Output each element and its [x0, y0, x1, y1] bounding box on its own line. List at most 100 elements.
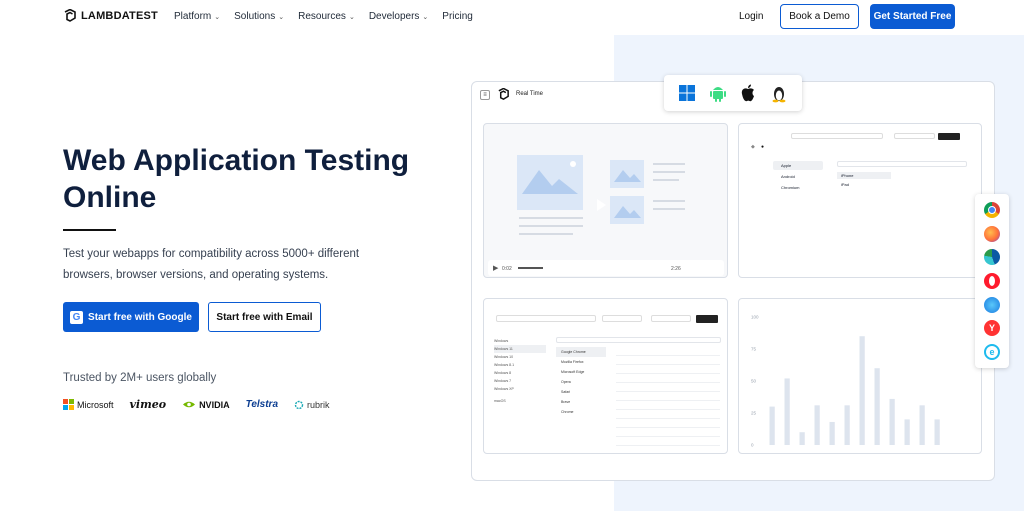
devices-panel: ◆ ● Apple Android Chromium iPhone iPad	[738, 123, 982, 278]
tab-chromium[interactable]: Chromium	[773, 183, 823, 192]
url-input[interactable]	[496, 315, 596, 322]
tab-android[interactable]: Android	[773, 172, 823, 181]
chrome-icon[interactable]	[984, 201, 1000, 218]
os-ipad[interactable]: iPad	[837, 181, 891, 188]
browser-item[interactable]: Brave	[556, 397, 606, 407]
menu-platform[interactable]: Platform ⌄	[174, 11, 220, 22]
video-current-time: 0:02	[502, 266, 512, 272]
microsoft-label: Microsoft	[77, 399, 114, 410]
brand-logo[interactable]: LAMBDATEST	[63, 9, 158, 23]
browser-item[interactable]: Opera	[556, 377, 606, 387]
browser-selector: Y e	[975, 194, 1009, 368]
title-divider	[63, 229, 116, 231]
google-icon: G	[70, 310, 84, 324]
resolution-select[interactable]	[651, 315, 691, 322]
os-item[interactable]: Windows 8	[494, 369, 546, 377]
start-button[interactable]	[938, 133, 960, 140]
start-google-button[interactable]: G Start free with Google	[63, 302, 199, 332]
play-icon[interactable]: ▶	[493, 264, 498, 272]
os-item[interactable]: Windows 11	[494, 345, 546, 353]
os-item[interactable]: Windows 8.1	[494, 361, 546, 369]
chart-bar	[859, 336, 865, 445]
menu-label: Developers	[368, 11, 420, 22]
android-icon[interactable]	[709, 83, 727, 103]
vimeo-logo: vimeo	[129, 398, 167, 411]
menu-developers[interactable]: Developers ⌄	[369, 11, 428, 22]
os-item[interactable]: macOS	[494, 397, 546, 405]
bar-chart: 100 75 50 25 0	[751, 315, 940, 448]
browsers-panel: Windows Windows 11 Windows 10 Windows 8.…	[483, 298, 728, 454]
start-email-button[interactable]: Start free with Email	[208, 302, 321, 332]
menu-label: Resources	[298, 11, 346, 22]
browser-item[interactable]: Microsoft Edge	[556, 367, 606, 377]
microsoft-icon	[63, 399, 74, 410]
linux-icon[interactable]	[770, 83, 788, 103]
menu-solutions[interactable]: Solutions ⌄	[234, 11, 284, 22]
book-demo-button[interactable]: Book a Demo	[780, 4, 859, 29]
lambdatest-icon	[64, 9, 76, 22]
start-button[interactable]	[696, 315, 718, 323]
windows-icon[interactable]	[678, 84, 696, 102]
os-list: iPhone iPad	[837, 172, 891, 188]
chart-bar	[874, 368, 880, 445]
region-select[interactable]	[602, 315, 642, 322]
os-item[interactable]: Windows 10	[494, 353, 546, 361]
menu-resources[interactable]: Resources ⌄	[298, 11, 355, 22]
search-box[interactable]	[837, 161, 967, 167]
hero-title: Web Application Testing Online	[63, 144, 410, 214]
yandex-icon[interactable]: Y	[984, 320, 1000, 337]
search-box[interactable]	[556, 337, 721, 343]
android-small-icon: ◆	[751, 144, 755, 150]
lambdatest-icon	[498, 88, 509, 100]
browser-item[interactable]: Mozilla Firefox	[556, 357, 606, 367]
menu-label: Solutions	[234, 11, 276, 22]
chart-bar	[784, 378, 790, 445]
resolution-select[interactable]	[894, 133, 935, 139]
trusted-text: Trusted by 2M+ users globally	[63, 372, 217, 384]
apple-small-icon: ●	[761, 144, 765, 150]
menu-icon[interactable]: ≡	[480, 90, 490, 100]
chevron-down-icon: ⌄	[348, 13, 355, 21]
os-selector	[664, 75, 802, 111]
edge-icon[interactable]	[984, 249, 1000, 266]
apple-icon[interactable]	[739, 83, 757, 103]
tab-apple[interactable]: Apple	[773, 161, 823, 170]
browser-list: Google Chrome Mozilla Firefox Microsoft …	[556, 347, 606, 417]
chart-bar	[844, 405, 850, 445]
os-item[interactable]: Windows	[494, 337, 546, 345]
os-iphone[interactable]: iPhone	[837, 172, 891, 179]
video-panel: ▶ 0:02 2:26	[483, 123, 728, 278]
video-progress-bar[interactable]	[518, 267, 543, 269]
y-tick-label: 100	[751, 315, 759, 320]
firefox-icon[interactable]	[984, 225, 1000, 242]
chevron-down-icon: ⌄	[214, 13, 221, 21]
top-nav: LAMBDATEST Platform ⌄ Solutions ⌄ Resource…	[0, 0, 1024, 34]
url-input[interactable]	[791, 133, 883, 139]
start-google-label: Start free with Google	[88, 311, 192, 323]
menu-pricing[interactable]: Pricing	[442, 11, 473, 22]
menu-label: Platform	[174, 11, 212, 22]
browser-item[interactable]: Safari	[556, 387, 606, 397]
chart-bar	[934, 419, 940, 445]
get-started-button[interactable]: Get Started Free	[870, 4, 955, 29]
chart-bar	[829, 421, 835, 445]
y-tick-label: 25	[751, 411, 757, 416]
safari-icon[interactable]	[984, 296, 1000, 313]
ie-icon[interactable]: e	[984, 344, 1000, 361]
chart-bar	[889, 398, 895, 445]
y-tick-label: 75	[751, 347, 757, 352]
chevron-down-icon: ⌄	[278, 13, 285, 21]
rubrik-logo: rubrik	[294, 400, 330, 410]
brand-name: LAMBDATEST	[81, 10, 158, 22]
menu-label: Pricing	[442, 11, 473, 22]
browser-item[interactable]: Chrome	[556, 407, 606, 417]
chart-bar	[769, 406, 775, 445]
opera-icon[interactable]	[984, 272, 1000, 289]
login-link[interactable]: Login	[739, 11, 763, 22]
browser-item[interactable]: Google Chrome	[556, 347, 606, 357]
rubrik-icon	[294, 400, 304, 409]
chart-bar	[904, 419, 910, 445]
os-item[interactable]: Windows XP	[494, 385, 546, 393]
os-item[interactable]: Windows 7	[494, 377, 546, 385]
video-illustration	[517, 155, 685, 235]
